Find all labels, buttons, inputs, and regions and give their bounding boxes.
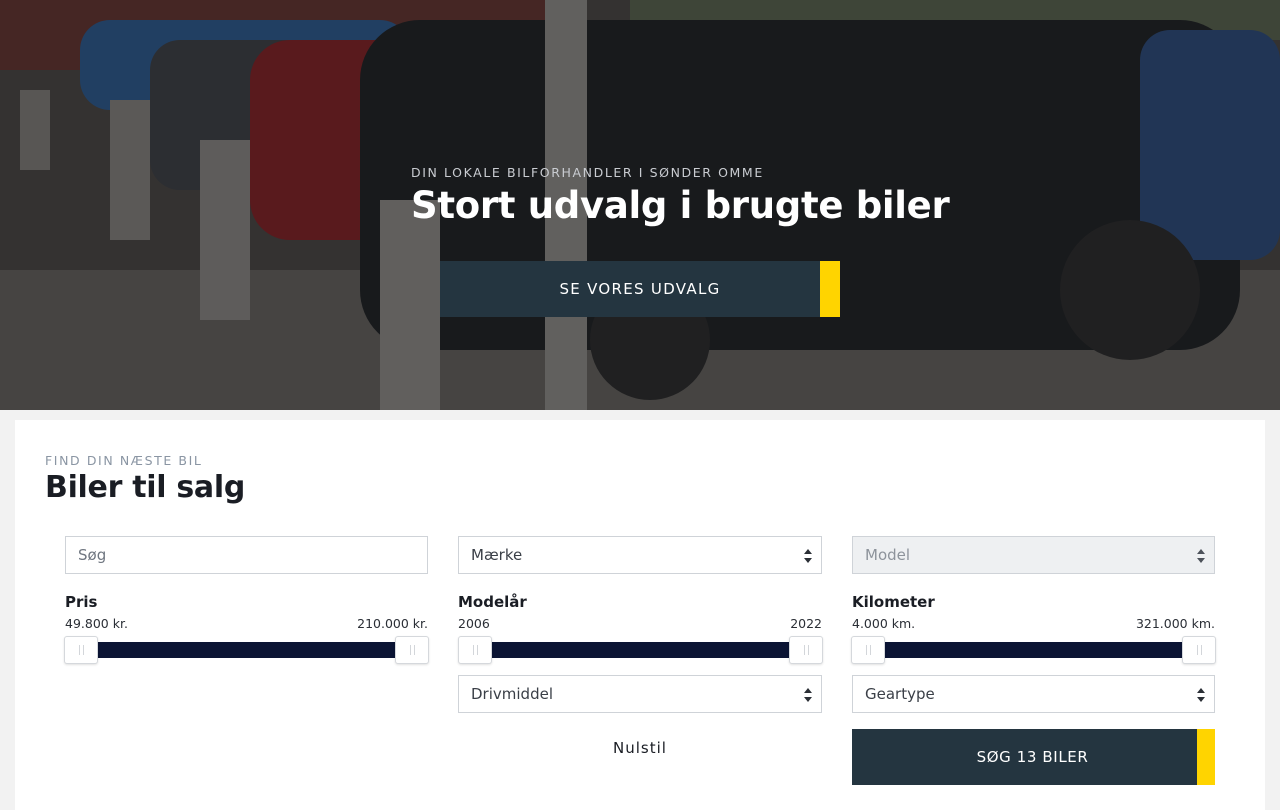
search-input-placeholder: Søg [78,546,107,564]
reset-button[interactable]: Nulstil [458,739,822,761]
year-label: Modelår [458,593,527,611]
gear-select[interactable]: Geartype [852,675,1215,713]
gear-select-value: Geartype [865,685,935,703]
mileage-min-value: 4.000 km. [852,616,916,631]
make-select[interactable]: Mærke [458,536,822,574]
model-select[interactable]: Model [852,536,1215,574]
year-min-handle[interactable] [458,636,492,664]
year-max-handle[interactable] [789,636,823,664]
mileage-max-handle[interactable] [1182,636,1216,664]
price-slider-track[interactable] [81,642,411,658]
search-title: Biler til salg [45,470,246,505]
see-inventory-button-label: SE VORES UDVALG [559,280,721,298]
price-label: Pris [65,593,98,611]
hero-eyebrow: DIN LOKALE BILFORHANDLER I SØNDER OMME [411,165,764,180]
fuel-select-value: Drivmiddel [471,685,553,703]
year-slider-track[interactable] [475,642,805,658]
price-max-value: 210.000 kr. [357,616,428,631]
select-arrows-icon [1197,549,1205,563]
year-max-value: 2022 [790,616,822,631]
hero-banner: DIN LOKALE BILFORHANDLER I SØNDER OMME S… [0,0,1280,410]
mileage-label: Kilometer [852,593,935,611]
price-min-handle[interactable] [64,636,98,664]
search-cars-button-label: SØG 13 BILER [976,748,1089,766]
car-search-panel: FIND DIN NÆSTE BIL Biler til salg Søg Mæ… [15,420,1265,810]
search-input[interactable]: Søg [65,536,428,574]
mileage-slider-track[interactable] [868,642,1198,658]
model-select-value: Model [865,546,911,564]
select-arrows-icon [804,688,812,702]
price-max-handle[interactable] [395,636,429,664]
select-arrows-icon [1197,688,1205,702]
year-min-value: 2006 [458,616,490,631]
hero-title: Stort udvalg i brugte biler [411,184,950,227]
price-min-value: 49.800 kr. [65,616,128,631]
mileage-max-value: 321.000 km. [1135,616,1215,631]
mileage-min-handle[interactable] [851,636,885,664]
search-cars-button[interactable]: SØG 13 BILER [852,729,1215,785]
select-arrows-icon [804,549,812,563]
fuel-select[interactable]: Drivmiddel [458,675,822,713]
make-select-value: Mærke [471,546,523,564]
search-eyebrow: FIND DIN NÆSTE BIL [45,453,203,468]
see-inventory-button[interactable]: SE VORES UDVALG [440,261,840,317]
